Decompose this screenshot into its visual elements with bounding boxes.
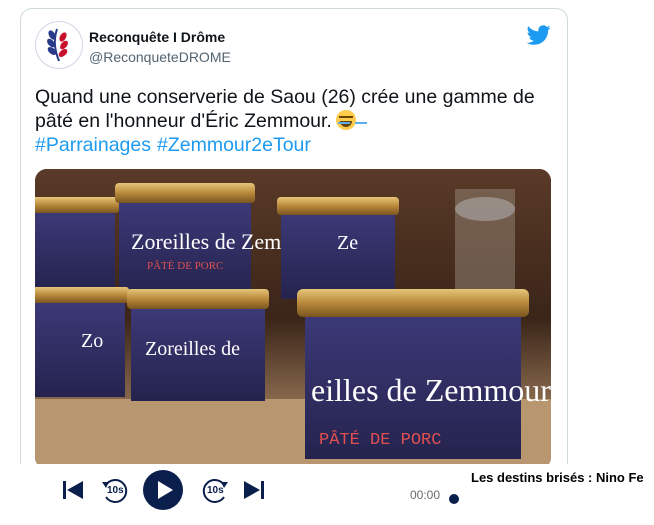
face-with-tears-of-joy-icon	[335, 110, 356, 130]
avatar[interactable]	[35, 21, 83, 69]
svg-text:Zoreilles de: Zoreilles de	[145, 338, 240, 360]
tweet-body: Quand une conserverie de Saou (26) crée …	[35, 86, 535, 132]
current-time: 00:00	[410, 488, 441, 502]
twitter-bird-icon[interactable]	[527, 23, 551, 47]
front-jar-sub: PÂTÉ DE PORC	[319, 430, 441, 450]
tweet-card[interactable]: Reconquête I Drôme @ReconqueteDROME Quan…	[20, 8, 568, 480]
skip-previous-icon[interactable]	[62, 480, 84, 500]
handle[interactable]: @ReconqueteDROME	[89, 49, 231, 65]
svg-text:Zo: Zo	[81, 330, 103, 352]
display-name[interactable]: Reconquête I Drôme	[89, 29, 225, 45]
forward-10s-button[interactable]: 10s	[200, 476, 230, 506]
jar-middle-center: Zoreilles de	[127, 289, 269, 401]
skip-next-icon[interactable]	[243, 480, 265, 500]
jar-middle-left: Zo	[35, 287, 129, 397]
episode-title[interactable]: Les destins brisés : Nino Fe	[471, 470, 644, 485]
forward-label: 10s	[207, 485, 224, 496]
play-icon	[158, 481, 173, 499]
hashtag-parrainages[interactable]: #Parrainages	[35, 134, 151, 156]
play-button[interactable]	[143, 470, 183, 510]
jar-front: eilles de Zemmour PÂTÉ DE PORC	[297, 289, 551, 459]
front-jar-text: eilles de Zemmour	[311, 372, 551, 408]
progress-handle[interactable]	[449, 494, 459, 504]
rewind-10s-button[interactable]: 10s	[100, 476, 130, 506]
jar-sub-label: PÂTÉ DE PORC	[147, 260, 223, 272]
hashtag-zemmour2etour[interactable]: #Zemmour2eTour	[157, 134, 311, 156]
rewind-label: 10s	[107, 485, 124, 496]
tweet-text: Quand une conserverie de Saou (26) crée …	[35, 85, 555, 157]
jar-back-left	[35, 197, 119, 291]
svg-text:Ze: Ze	[337, 232, 358, 254]
reconquete-logo	[47, 28, 68, 62]
tweet-photo[interactable]: Zoreilles de Zemmour PÂTÉ DE PORC Ze Zo …	[35, 169, 551, 469]
jar-back-right: Ze	[277, 197, 399, 299]
